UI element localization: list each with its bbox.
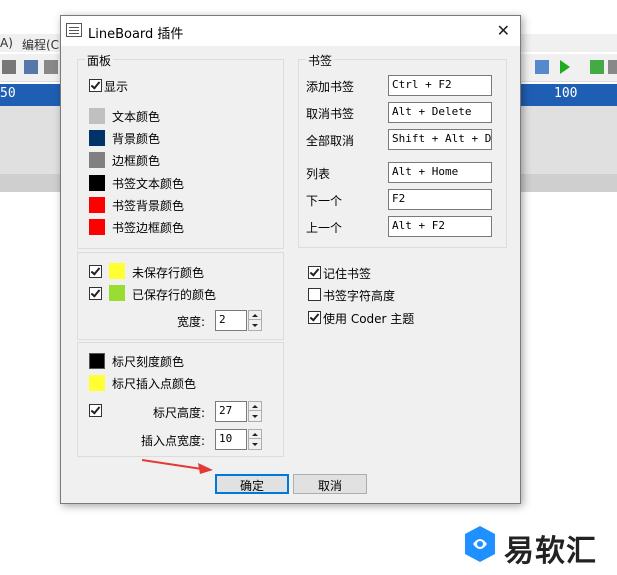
bookmark-border-color-label: 书签边框颜色 <box>112 221 185 235</box>
width-label: 宽度: <box>177 315 206 329</box>
saved-line-color-swatch[interactable] <box>109 285 125 301</box>
coder-theme-label: 使用 Coder 主题 <box>323 312 415 326</box>
remove-all-label: 全部取消 <box>306 134 355 148</box>
bookmark-border-color-swatch[interactable] <box>89 219 105 235</box>
refresh-icon[interactable] <box>590 60 604 74</box>
ruler-height-label: 标尺高度: <box>153 406 206 420</box>
previous-input[interactable]: Alt + F2 <box>388 216 492 237</box>
dialog-titlebar: LineBoard 插件 ✕ <box>61 16 520 46</box>
bookmark-char-height-label: 书签字符高度 <box>323 289 396 303</box>
saved-line-checkbox[interactable] <box>89 287 102 300</box>
ruler-height-spinner[interactable] <box>248 401 262 422</box>
paste-icon[interactable] <box>44 60 58 74</box>
next-label: 下一个 <box>306 194 343 208</box>
bookmarks-group-title: 书签 <box>306 52 335 69</box>
ruler-label-left: 50 <box>0 86 16 101</box>
border-color-label: 边框颜色 <box>112 154 161 168</box>
watermark-logo-icon <box>465 526 495 562</box>
bookmark-text-color-swatch[interactable] <box>89 175 105 191</box>
bookmark-text-color-label: 书签文本颜色 <box>112 177 185 191</box>
ruler-label-right: 100 <box>554 86 578 101</box>
cut-icon[interactable] <box>2 60 16 74</box>
bookmark-char-height-checkbox[interactable] <box>308 288 321 301</box>
remove-bookmark-label: 取消书签 <box>306 107 355 121</box>
ruler-height-checkbox[interactable] <box>89 404 102 417</box>
previous-label: 上一个 <box>306 221 343 235</box>
background-color-swatch[interactable] <box>89 130 105 146</box>
annotation-arrow <box>141 459 213 474</box>
show-checkbox[interactable] <box>89 79 102 92</box>
remember-bookmarks-label: 记住书签 <box>323 267 372 281</box>
menu-item-code[interactable]: 编程(C) <box>22 36 64 53</box>
remove-bookmark-input[interactable]: Alt + Delete <box>388 102 492 123</box>
panel-group-title: 面板 <box>85 52 114 69</box>
remove-all-input[interactable]: Shift + Alt + Del <box>388 129 492 150</box>
ruler-insert-color-label: 标尺插入点颜色 <box>112 377 197 391</box>
bookmark-bg-color-swatch[interactable] <box>89 197 105 213</box>
unsaved-line-color-swatch[interactable] <box>109 263 125 279</box>
ruler-tick-color-swatch[interactable] <box>89 353 105 369</box>
next-input[interactable]: F2 <box>388 189 492 210</box>
insert-width-label: 插入点宽度: <box>141 434 206 448</box>
close-icon[interactable]: ✕ <box>497 21 510 40</box>
spin-down-icon[interactable] <box>249 321 261 330</box>
width-input[interactable]: 2 <box>215 310 247 331</box>
insert-width-input[interactable]: 10 <box>215 429 247 450</box>
unsaved-line-checkbox[interactable] <box>89 265 102 278</box>
background-color-label: 背景颜色 <box>112 132 161 146</box>
add-bookmark-input[interactable]: Ctrl + F2 <box>388 75 492 96</box>
text-color-label: 文本颜色 <box>112 110 161 124</box>
tool-icon[interactable] <box>535 60 549 74</box>
ruler-tick-color-label: 标尺刻度颜色 <box>112 355 185 369</box>
ruler-insert-color-swatch[interactable] <box>89 375 105 391</box>
ok-button[interactable]: 确定 <box>215 474 289 494</box>
ruler-height-input[interactable]: 27 <box>215 401 247 422</box>
spin-up-icon[interactable] <box>249 430 261 439</box>
border-color-swatch[interactable] <box>89 152 105 168</box>
lineboard-dialog: LineBoard 插件 ✕ 面板 显示 文本颜色 背景颜色 边框颜色 书签文本… <box>60 15 521 504</box>
show-label: 显示 <box>104 80 129 94</box>
list-label: 列表 <box>306 167 331 181</box>
run-icon[interactable] <box>560 60 570 74</box>
copy-icon[interactable] <box>24 60 38 74</box>
bookmark-bg-color-label: 书签背景颜色 <box>112 199 185 213</box>
spin-up-icon[interactable] <box>249 311 261 320</box>
saved-line-label: 已保存行的颜色 <box>132 288 217 302</box>
extra-icon[interactable] <box>608 60 617 74</box>
coder-theme-checkbox[interactable] <box>308 311 321 324</box>
remember-bookmarks-checkbox[interactable] <box>308 266 321 279</box>
text-color-swatch[interactable] <box>89 108 105 124</box>
watermark: 易软汇 <box>458 516 617 575</box>
unsaved-line-label: 未保存行颜色 <box>132 266 205 280</box>
cancel-button[interactable]: 取消 <box>293 474 367 494</box>
spin-up-icon[interactable] <box>249 402 261 411</box>
list-input[interactable]: Alt + Home <box>388 162 492 183</box>
dialog-title: LineBoard 插件 <box>88 27 184 42</box>
spin-down-icon[interactable] <box>249 412 261 421</box>
watermark-text: 易软汇 <box>504 534 597 569</box>
insert-width-spinner[interactable] <box>248 429 262 450</box>
menu-item-a[interactable]: A) <box>0 36 13 50</box>
window-icon <box>66 23 82 37</box>
spin-down-icon[interactable] <box>249 440 261 449</box>
width-spinner[interactable] <box>248 310 262 331</box>
add-bookmark-label: 添加书签 <box>306 80 355 94</box>
